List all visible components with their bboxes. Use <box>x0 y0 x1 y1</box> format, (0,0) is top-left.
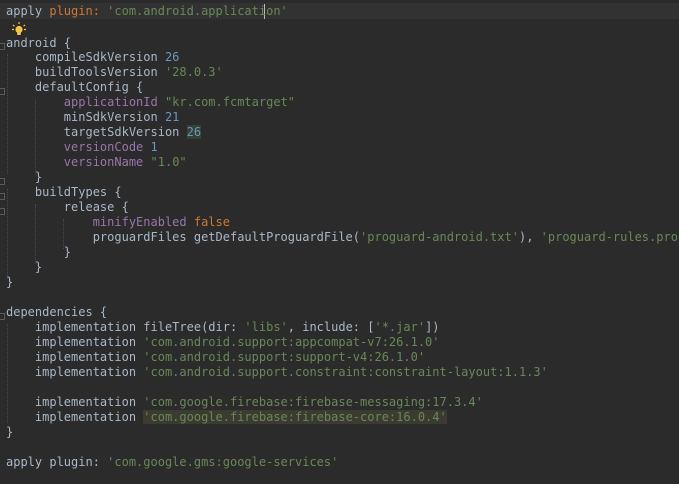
code-token: '*.jar' <box>374 320 426 334</box>
code-token: } <box>6 260 43 274</box>
lightbulb-icon[interactable] <box>12 22 26 36</box>
code-token: compileSdkVersion <box>6 50 165 64</box>
code-line-19[interactable]: dependencies { <box>6 305 107 320</box>
code-token: 1 <box>150 140 158 154</box>
code-line-24[interactable]: implementation 'com.google.firebase:fire… <box>6 395 483 410</box>
code-line-10[interactable]: versionName "1.0" <box>6 155 187 170</box>
code-token: minSdkVersion <box>6 110 165 124</box>
code-token: 'com.android.application' <box>107 4 288 18</box>
code-token: implementation <box>6 350 144 364</box>
fold-marker[interactable] <box>0 313 5 320</box>
code-token: implementation <box>6 395 144 409</box>
code-token: implementation fileTree(dir: <box>6 320 245 334</box>
code-line-15[interactable]: proguardFiles getDefaultProguardFile('pr… <box>6 230 679 245</box>
code-token: targetSdkVersion <box>6 125 187 139</box>
code-token: } <box>6 425 14 439</box>
code-token: ), <box>518 230 541 244</box>
code-line-3[interactable]: compileSdkVersion 26 <box>6 50 180 65</box>
code-token: '28.0.3' <box>164 65 223 79</box>
code-line-22[interactable]: implementation 'com.android.support:supp… <box>6 350 425 365</box>
code-token: plugin: <box>42 4 108 18</box>
code-line-26[interactable]: } <box>6 425 13 440</box>
code-token: 'com.google.firebase:firebase-core:16.0.… <box>143 410 447 424</box>
code-token: 'com.android.support:appcompat-v7:26.1.0… <box>143 335 440 349</box>
code-line-9[interactable]: versionCode 1 <box>6 140 158 155</box>
code-token: apply plugin: <box>6 455 108 469</box>
code-token: implementation <box>6 365 144 379</box>
code-line-23[interactable]: implementation 'com.android.support.cons… <box>6 365 548 380</box>
code-token: apply <box>6 4 43 18</box>
code-line-14[interactable]: minifyEnabled false <box>6 215 230 230</box>
code-token: versionName <box>63 155 144 169</box>
code-token: } <box>6 275 14 289</box>
code-line-27[interactable]: apply plugin: 'com.google.gms:google-ser… <box>6 455 338 470</box>
code-line-25[interactable]: implementation 'com.google.firebase:fire… <box>6 410 447 425</box>
code-editor[interactable]: apply plugin: 'com.android.application' … <box>0 0 679 484</box>
code-line-16[interactable]: } <box>6 245 71 260</box>
code-token: versionCode <box>63 140 144 154</box>
code-token: } <box>6 170 43 184</box>
code-token: 'libs' <box>244 320 288 334</box>
code-token: 26 <box>186 125 202 139</box>
code-line-21[interactable]: implementation 'com.android.support:appc… <box>6 335 440 350</box>
code-token: 'proguard-rules.pro' <box>540 230 679 244</box>
code-line-5[interactable]: defaultConfig { <box>6 80 143 95</box>
code-token: , include: [ <box>287 320 375 334</box>
fold-marker[interactable] <box>0 43 5 50</box>
code-token: 'com.android.support:support-v4:26.1.0' <box>143 350 426 364</box>
fold-marker[interactable] <box>0 178 5 185</box>
code-line-1[interactable]: apply plugin: 'com.android.application' <box>6 4 288 19</box>
code-token: dependencies { <box>6 305 108 319</box>
code-line-4[interactable]: buildToolsVersion '28.0.3' <box>6 65 223 80</box>
code-token: implementation <box>6 335 144 349</box>
code-token: implementation <box>6 410 144 424</box>
code-token: buildToolsVersion <box>6 65 165 79</box>
code-token: 21 <box>164 110 180 124</box>
code-token: false <box>193 215 230 229</box>
code-line-13[interactable]: release { <box>6 200 129 215</box>
code-token: release { <box>6 200 129 214</box>
code-line-6[interactable]: applicationId "kr.com.fcmtarget" <box>6 95 295 110</box>
code-token: 'com.google.firebase:firebase-messaging:… <box>143 395 483 409</box>
code-line-17[interactable]: } <box>6 260 42 275</box>
code-token: "kr.com.fcmtarget" <box>164 95 295 109</box>
code-token: 26 <box>164 50 180 64</box>
fold-marker[interactable] <box>0 208 5 215</box>
code-line-20[interactable]: implementation fileTree(dir: 'libs', inc… <box>6 320 440 335</box>
code-line-12[interactable]: buildTypes { <box>6 185 122 200</box>
code-line-18[interactable]: } <box>6 275 13 290</box>
fold-marker[interactable] <box>0 88 5 95</box>
code-line-8[interactable]: targetSdkVersion 26 <box>6 125 202 140</box>
code-token: "1.0" <box>150 155 187 169</box>
code-token: 'com.android.support.constraint:constrai… <box>143 365 548 379</box>
code-token: } <box>6 245 72 259</box>
code-token: ]) <box>425 320 440 334</box>
code-token: android { <box>6 36 72 50</box>
code-line-2[interactable]: android { <box>6 36 71 51</box>
code-token: applicationId <box>63 95 158 109</box>
code-line-11[interactable]: } <box>6 170 42 185</box>
fold-marker[interactable] <box>0 193 5 200</box>
code-token: minifyEnabled <box>92 215 187 229</box>
code-line-7[interactable]: minSdkVersion 21 <box>6 110 180 125</box>
code-token: 'proguard-android.txt' <box>360 230 519 244</box>
code-token: defaultConfig { <box>6 80 144 94</box>
code-token: 'com.google.gms:google-services' <box>107 455 339 469</box>
code-token: buildTypes { <box>6 185 122 199</box>
code-token: proguardFiles getDefaultProguardFile( <box>6 230 361 244</box>
